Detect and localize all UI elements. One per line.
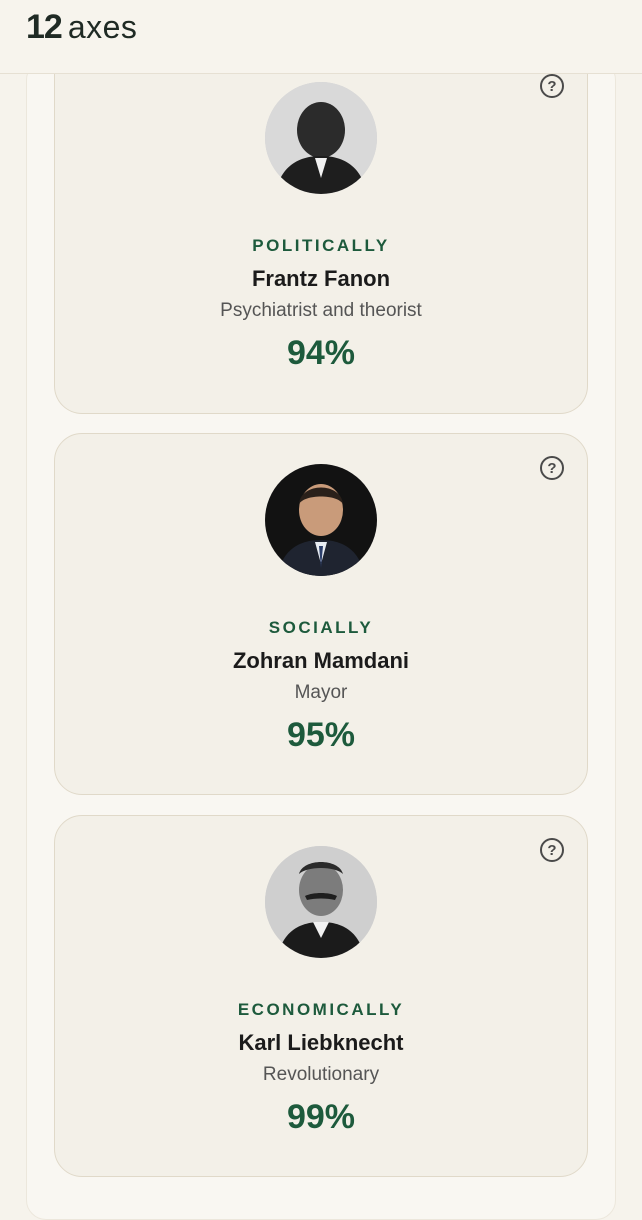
match-percentage: 99% [286,1098,356,1136]
category-label: POLITICALLY [252,236,390,255]
match-card-socially: ? SOCIALLY Zohran Mamdani Mayor 95% [54,433,588,795]
match-card-politically: ? POLITICALLY Frantz Fanon Psychiatrist … [54,52,588,414]
logo-word: axes [67,9,138,45]
person-role: Psychiatrist and theorist [220,300,422,321]
avatar [265,464,377,576]
app-logo[interactable]: 12 axes [26,8,137,47]
portrait-image [265,82,377,194]
match-percentage: 94% [286,334,356,372]
category-label: ECONOMICALLY [237,1000,405,1019]
person-name: Frantz Fanon [251,266,391,291]
portrait-image [265,464,377,576]
portrait-image [265,846,377,958]
person-role: Mayor [294,682,348,703]
match-percentage: 95% [286,716,356,754]
question-circle-icon[interactable]: ? [540,456,564,480]
avatar [265,82,377,194]
person-name: Karl Liebknecht [238,1030,404,1055]
top-header: 12 axes [0,0,642,74]
category-label: SOCIALLY [268,618,374,637]
person-role: Revolutionary [262,1064,380,1085]
logo-number: 12 [26,8,63,46]
question-circle-icon[interactable]: ? [540,74,564,98]
person-name: Zohran Mamdani [232,648,409,673]
avatar [265,846,377,958]
question-circle-icon[interactable]: ? [540,838,564,862]
match-card-economically: ? ECONOMICALLY Karl Liebknecht Revolutio… [54,815,588,1177]
